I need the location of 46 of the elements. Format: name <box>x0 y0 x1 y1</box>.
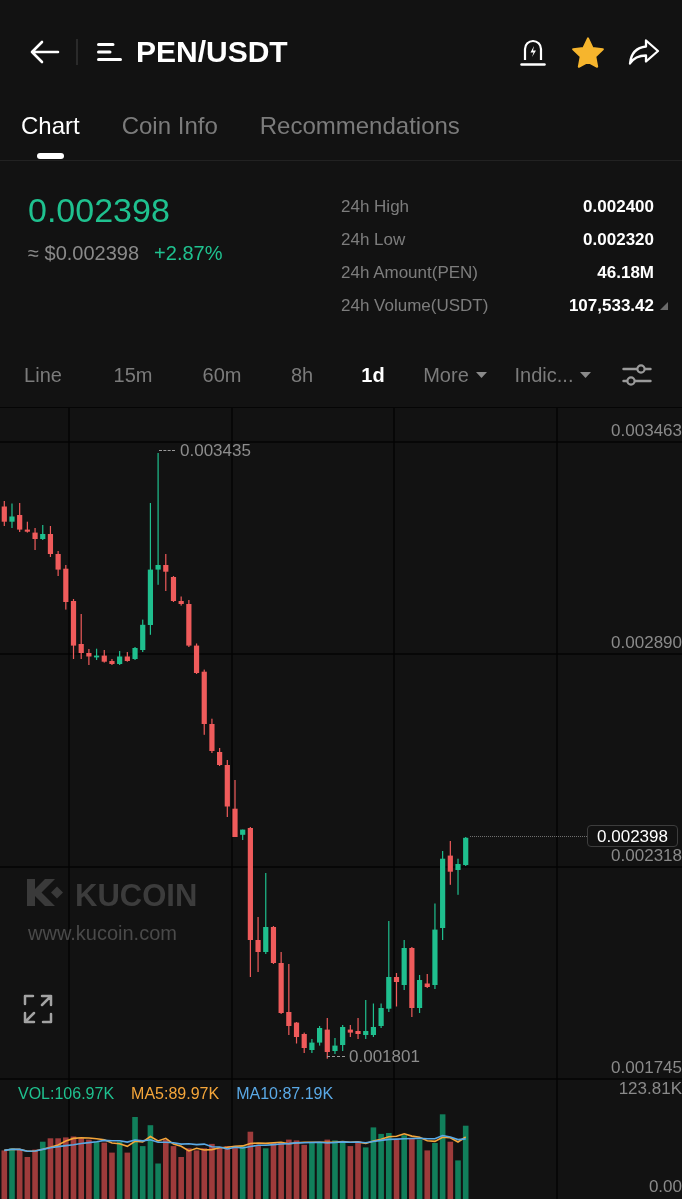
share-icon[interactable] <box>628 38 660 66</box>
price-axis-label: 0.002890 <box>611 634 682 651</box>
volume-legend-label: MA5:89.97K <box>131 1084 220 1104</box>
menu-icon[interactable] <box>97 42 122 62</box>
stat-label: 24h High <box>341 196 410 217</box>
chart-settings-icon[interactable] <box>622 364 652 386</box>
price-axis-label: 0.002318 <box>611 847 682 864</box>
back-arrow-icon[interactable] <box>30 40 60 64</box>
price-axis-label: 0.001745 <box>611 1059 682 1076</box>
interval-tab[interactable]: 1d <box>361 363 385 387</box>
tab[interactable]: Chart <box>21 104 80 159</box>
tab[interactable]: Recommendations <box>259 104 460 138</box>
price-axis-label: 0.003463 <box>611 422 682 439</box>
watermark-url: www.kucoin.com <box>28 921 177 945</box>
leader-line <box>327 1056 345 1057</box>
interval-tab[interactable]: 8h <box>290 363 314 387</box>
star-icon[interactable] <box>572 36 604 68</box>
alert-siren-icon[interactable] <box>520 37 546 67</box>
stat-label: 24h Amount(PEN) <box>341 262 478 283</box>
dropdown-button[interactable]: More <box>423 363 487 387</box>
price-change: +2.87% <box>154 241 223 265</box>
leader-line <box>159 450 175 451</box>
pair-title: PEN/USDT <box>136 34 288 70</box>
interval-tab[interactable]: 15m <box>113 363 153 387</box>
volume-axis-label: 0.00 <box>648 1178 682 1195</box>
stat-value: 0.002320 <box>583 229 654 250</box>
stat-label: 24h Low <box>341 229 406 250</box>
dropdown-button[interactable]: Indic... <box>514 363 592 387</box>
stat-value: 0.002400 <box>583 196 654 217</box>
watermark-logo-icon <box>27 879 63 906</box>
volume-legend-label: MA10:87.19K <box>236 1084 334 1104</box>
low-price-label: 0.001801 <box>349 1048 420 1065</box>
interval-tab[interactable]: Line <box>24 363 62 387</box>
volume-axis-label: 123.81K <box>618 1080 682 1097</box>
last-price: 0.002398 <box>28 190 170 230</box>
last-price-tag: 0.002398 <box>587 825 678 847</box>
stat-value: 46.18M <box>597 262 654 283</box>
corner-triangle-icon[interactable] <box>660 301 668 310</box>
high-price-label: 0.003435 <box>180 442 251 459</box>
volume-legend-label: VOL:106.97K <box>18 1084 115 1104</box>
expand-icon[interactable] <box>23 994 53 1024</box>
fiat-price: ≈ $0.002398 <box>28 241 140 265</box>
stat-value: 107,533.42 <box>568 295 654 316</box>
interval-tab[interactable]: 60m <box>202 363 242 387</box>
stat-label: 24h Volume(USDT) <box>341 295 489 316</box>
tab[interactable]: Coin Info <box>121 104 218 138</box>
